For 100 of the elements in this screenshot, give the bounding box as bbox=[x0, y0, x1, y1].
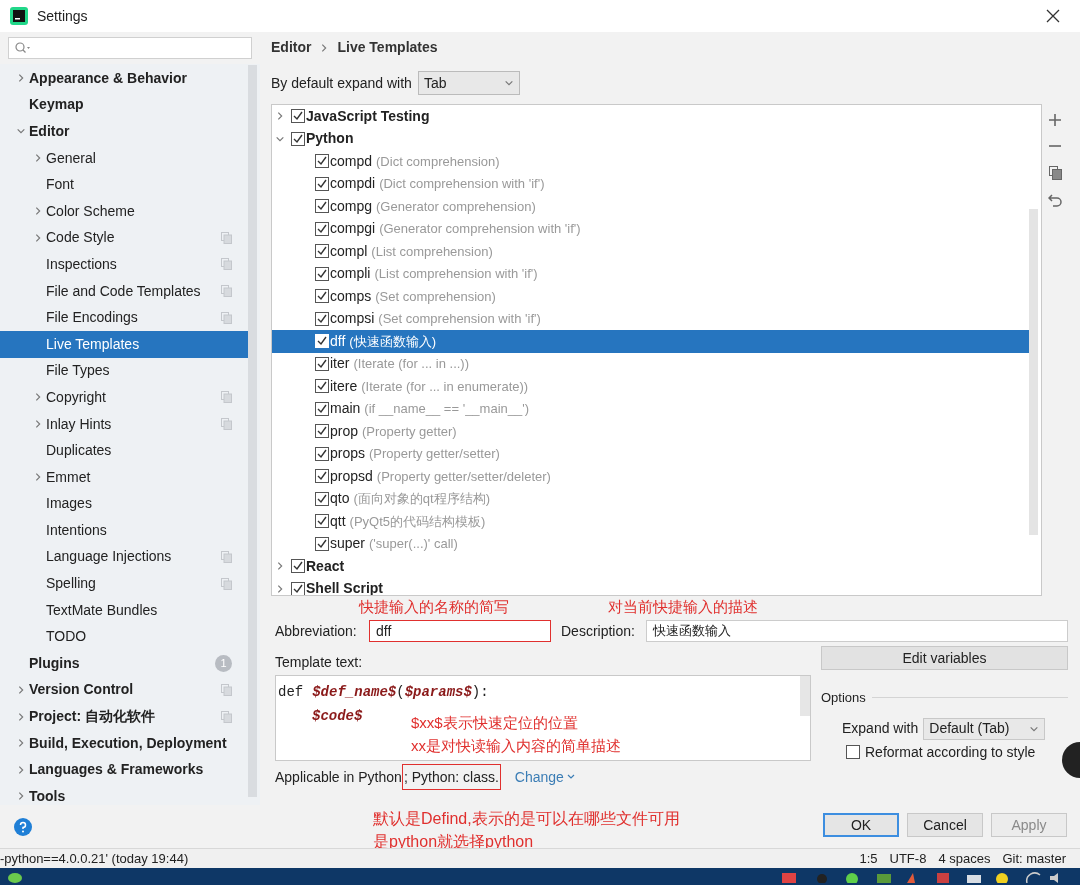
edit-variables-button[interactable]: Edit variables bbox=[821, 646, 1068, 670]
sidebar-item[interactable]: General bbox=[0, 144, 248, 172]
checkbox[interactable] bbox=[315, 154, 329, 169]
chevron-right-icon[interactable] bbox=[275, 561, 285, 572]
status-item[interactable]: 1:5 bbox=[859, 848, 878, 869]
copy-icon[interactable] bbox=[1048, 166, 1062, 180]
checkbox[interactable] bbox=[291, 131, 305, 146]
tree-row[interactable]: React bbox=[272, 555, 1029, 578]
checkbox[interactable] bbox=[315, 379, 329, 394]
tree-row[interactable]: compg (Generator comprehension) bbox=[272, 195, 1029, 218]
add-icon[interactable] bbox=[1049, 114, 1061, 126]
chevron-right-icon[interactable] bbox=[33, 392, 43, 403]
tree-row[interactable]: propsd (Property getter/setter/deleter) bbox=[272, 465, 1029, 488]
dialog-button[interactable]: OK bbox=[823, 813, 899, 837]
sidebar-item[interactable]: Languages & Frameworks bbox=[0, 756, 248, 784]
sidebar-item[interactable]: Font bbox=[0, 171, 248, 198]
sidebar-item[interactable]: Keymap bbox=[0, 91, 248, 119]
tree-row[interactable]: comps (Set comprehension) bbox=[272, 285, 1029, 308]
chevron-right-icon[interactable] bbox=[16, 73, 26, 84]
checkbox[interactable] bbox=[315, 176, 329, 191]
checkbox[interactable] bbox=[315, 311, 329, 326]
dropdown[interactable]: Default (Tab) bbox=[923, 717, 1046, 740]
checkbox[interactable] bbox=[846, 745, 860, 759]
checkbox[interactable] bbox=[315, 266, 329, 281]
dialog-button[interactable]: Cancel bbox=[907, 813, 983, 837]
template-editor[interactable]: def $def_name$($params$): $code$ $xx$表示快速定位的位置 xx是对快读输入内容的简单描述 bbox=[275, 675, 811, 761]
checkbox[interactable] bbox=[315, 424, 329, 439]
sidebar-item[interactable]: Emmet bbox=[0, 463, 248, 491]
tree-row[interactable]: compl (List comprehension) bbox=[272, 240, 1029, 263]
tree-row[interactable]: props (Property getter/setter) bbox=[272, 442, 1029, 465]
status-item[interactable]: UTF-8 bbox=[889, 848, 927, 869]
tree-row[interactable]: qtt (PyQt5的代码结构模板) bbox=[272, 510, 1029, 533]
sidebar-item[interactable]: Live Templates bbox=[0, 330, 248, 358]
help-icon[interactable] bbox=[14, 818, 32, 836]
chevron-right-icon[interactable] bbox=[275, 111, 285, 122]
status-item[interactable]: Git: master bbox=[1002, 848, 1066, 869]
checkbox[interactable] bbox=[315, 536, 329, 551]
sidebar-item[interactable]: Color Scheme bbox=[0, 197, 248, 225]
tree-row[interactable]: Python bbox=[272, 127, 1029, 150]
scrollbar[interactable] bbox=[1029, 209, 1038, 535]
abbreviation-field[interactable]: dff bbox=[369, 620, 551, 642]
status-item[interactable]: 4 spaces bbox=[938, 848, 991, 869]
tree-row[interactable]: super ('super(...)' call) bbox=[272, 532, 1029, 555]
chevron-right-icon[interactable] bbox=[33, 206, 43, 217]
close-icon[interactable] bbox=[1046, 9, 1060, 23]
scrollbar[interactable] bbox=[800, 676, 810, 716]
sidebar-item[interactable]: Version Control bbox=[0, 676, 248, 704]
tree-row[interactable]: prop (Property getter) bbox=[272, 420, 1029, 443]
chevron-right-icon[interactable] bbox=[33, 472, 43, 483]
tree-row[interactable]: compdi (Dict comprehension with 'if') bbox=[272, 172, 1029, 195]
checkbox[interactable] bbox=[315, 401, 329, 416]
sidebar-item[interactable]: Project: 自动化软件 bbox=[0, 703, 248, 730]
tree-row[interactable]: JavaScript Testing bbox=[272, 105, 1029, 128]
sidebar-item[interactable]: Images bbox=[0, 490, 248, 518]
sidebar-item[interactable]: Appearance & Behavior bbox=[0, 65, 248, 92]
sidebar-item[interactable]: Tools bbox=[0, 783, 248, 805]
chevron-right-icon[interactable] bbox=[275, 583, 285, 594]
checkbox[interactable] bbox=[315, 356, 329, 371]
checkbox[interactable] bbox=[315, 199, 329, 214]
sidebar-item[interactable]: Copyright bbox=[0, 384, 248, 411]
chevron-right-icon[interactable] bbox=[33, 419, 43, 429]
chevron-right-icon[interactable] bbox=[16, 791, 26, 802]
checkbox[interactable] bbox=[291, 109, 305, 124]
chevron-right-icon[interactable] bbox=[16, 738, 26, 749]
sidebar-item[interactable]: Duplicates bbox=[0, 437, 248, 464]
tree-row[interactable]: iter (Iterate (for ... in ...)) bbox=[272, 352, 1029, 375]
tree-row[interactable]: compd (Dict comprehension) bbox=[272, 150, 1029, 173]
sidebar-item[interactable]: TODO bbox=[0, 623, 248, 651]
breadcrumb-item[interactable]: Editor bbox=[271, 37, 312, 58]
checkbox[interactable] bbox=[315, 221, 329, 236]
chevron-right-icon[interactable] bbox=[33, 232, 43, 243]
sidebar-item[interactable]: TextMate Bundles bbox=[0, 596, 248, 624]
undo-icon[interactable] bbox=[1048, 194, 1062, 207]
sidebar-item[interactable]: Intentions bbox=[0, 517, 248, 544]
description-field[interactable]: 快速函数输入 bbox=[646, 620, 1068, 642]
checkbox[interactable] bbox=[315, 491, 329, 506]
checkbox[interactable] bbox=[291, 581, 305, 595]
scrollbar[interactable] bbox=[248, 65, 257, 797]
sidebar-item[interactable]: Inspections bbox=[0, 251, 248, 278]
checkbox[interactable] bbox=[315, 244, 329, 259]
tree-row[interactable]: dff (快速函数输入) bbox=[272, 330, 1029, 353]
sidebar-item[interactable]: Inlay Hints bbox=[0, 410, 248, 438]
sidebar-item[interactable]: File Types bbox=[0, 357, 248, 385]
checkbox[interactable] bbox=[315, 446, 329, 461]
sidebar-item[interactable]: Code Style bbox=[0, 224, 248, 252]
checkbox[interactable] bbox=[315, 469, 329, 484]
tree-row[interactable]: itere (Iterate (for ... in enumerate)) bbox=[272, 375, 1029, 398]
chat-app-icon[interactable] bbox=[8, 870, 24, 883]
chevron-right-icon[interactable] bbox=[33, 153, 43, 164]
sidebar-item[interactable]: Spelling bbox=[0, 570, 248, 597]
sidebar-item[interactable]: Editor bbox=[0, 118, 248, 145]
sidebar-item[interactable]: Build, Execution, Deployment bbox=[0, 729, 248, 757]
tree-row[interactable]: compli (List comprehension with 'if') bbox=[272, 262, 1029, 285]
change-link[interactable]: Change bbox=[514, 766, 575, 788]
tree-row[interactable]: qto (面向对象的qt程序结构) bbox=[272, 487, 1029, 510]
checkbox[interactable] bbox=[315, 514, 329, 529]
sidebar-item[interactable]: Plugins 1 bbox=[0, 650, 248, 677]
tree-row[interactable]: compgi (Generator comprehension with 'if') bbox=[272, 217, 1029, 240]
chevron-right-icon[interactable] bbox=[16, 684, 26, 695]
chevron-right-icon[interactable] bbox=[16, 764, 26, 775]
